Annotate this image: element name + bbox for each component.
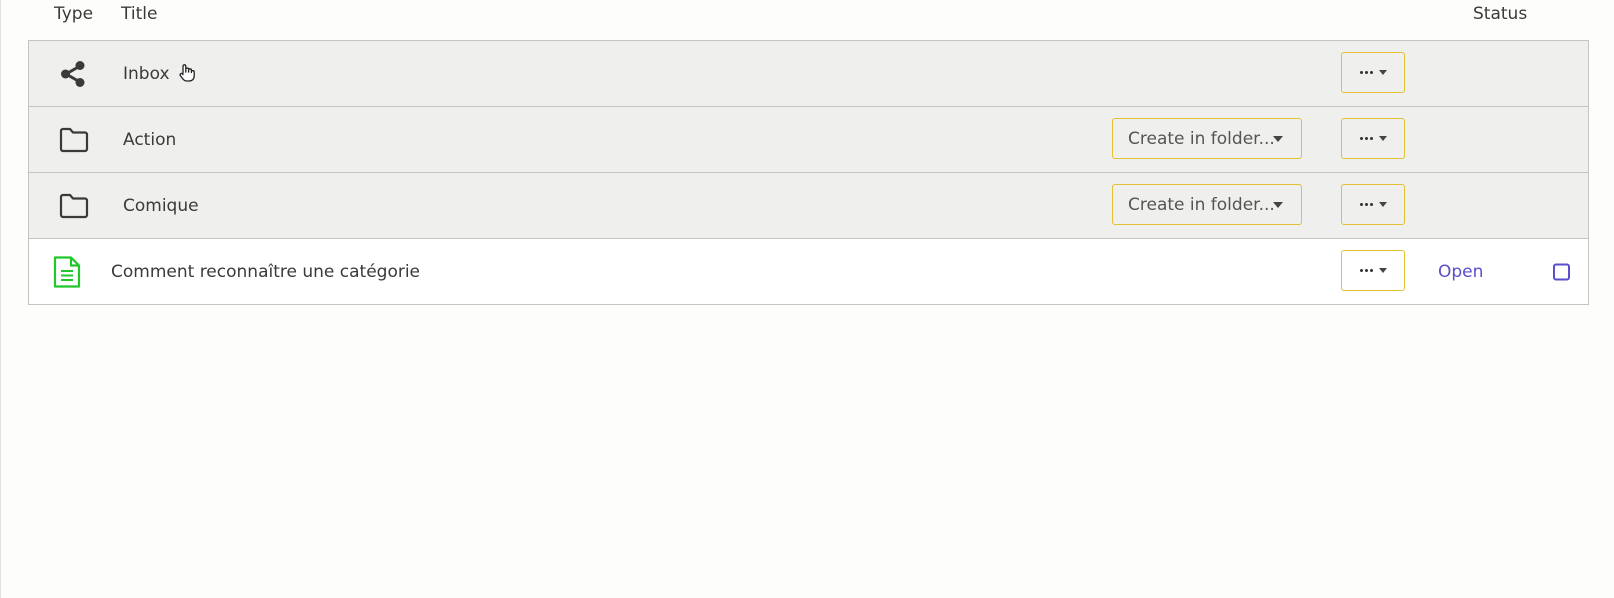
row-actions-dropdown-button[interactable]	[1341, 52, 1405, 93]
caret-down-icon	[1378, 136, 1387, 141]
caret-down-icon	[1273, 136, 1283, 142]
ellipsis-icon	[1359, 269, 1373, 272]
document-icon	[53, 255, 81, 288]
column-header-title: Title	[121, 4, 158, 24]
column-header-type: Type	[54, 4, 94, 24]
caret-down-icon	[1378, 268, 1387, 273]
create-in-folder-dropdown[interactable]: Create in folder...	[1112, 118, 1302, 159]
row-actions-dropdown-button[interactable]	[1341, 250, 1405, 291]
table-row-document[interactable]: Comment reconnaître une catégorie Open	[29, 239, 1588, 304]
row-title-link[interactable]: Action	[123, 130, 176, 150]
ellipsis-icon	[1359, 71, 1373, 74]
column-header-status: Status	[1473, 4, 1528, 24]
caret-down-icon	[1378, 202, 1387, 207]
items-table: Inbox Action Create in folder... Comique…	[28, 40, 1589, 305]
page-left-border	[0, 0, 1, 598]
row-actions-dropdown-button[interactable]	[1341, 184, 1405, 225]
ellipsis-icon	[1359, 137, 1373, 140]
create-in-folder-label: Create in folder...	[1128, 194, 1275, 215]
ellipsis-icon	[1359, 203, 1373, 206]
caret-down-icon	[1273, 202, 1283, 208]
table-row-action[interactable]: Action Create in folder...	[29, 107, 1588, 173]
folder-icon	[59, 127, 89, 153]
row-title-link[interactable]: Comment reconnaître une catégorie	[111, 262, 420, 282]
table-row-inbox[interactable]: Inbox	[29, 41, 1588, 107]
create-in-folder-label: Create in folder...	[1128, 128, 1275, 149]
caret-down-icon	[1378, 70, 1387, 75]
create-in-folder-dropdown[interactable]: Create in folder...	[1112, 184, 1302, 225]
row-select-checkbox[interactable]	[1553, 263, 1570, 280]
row-title-link[interactable]: Comique	[123, 196, 199, 216]
folder-icon	[59, 193, 89, 219]
table-row-comique[interactable]: Comique Create in folder...	[29, 173, 1588, 239]
hand-cursor-icon	[177, 63, 197, 87]
table-header: Type Title Status	[0, 0, 1614, 28]
row-title-link[interactable]: Inbox	[123, 64, 170, 84]
status-open-link[interactable]: Open	[1438, 262, 1483, 282]
row-actions-dropdown-button[interactable]	[1341, 118, 1405, 159]
share-icon	[59, 60, 87, 88]
